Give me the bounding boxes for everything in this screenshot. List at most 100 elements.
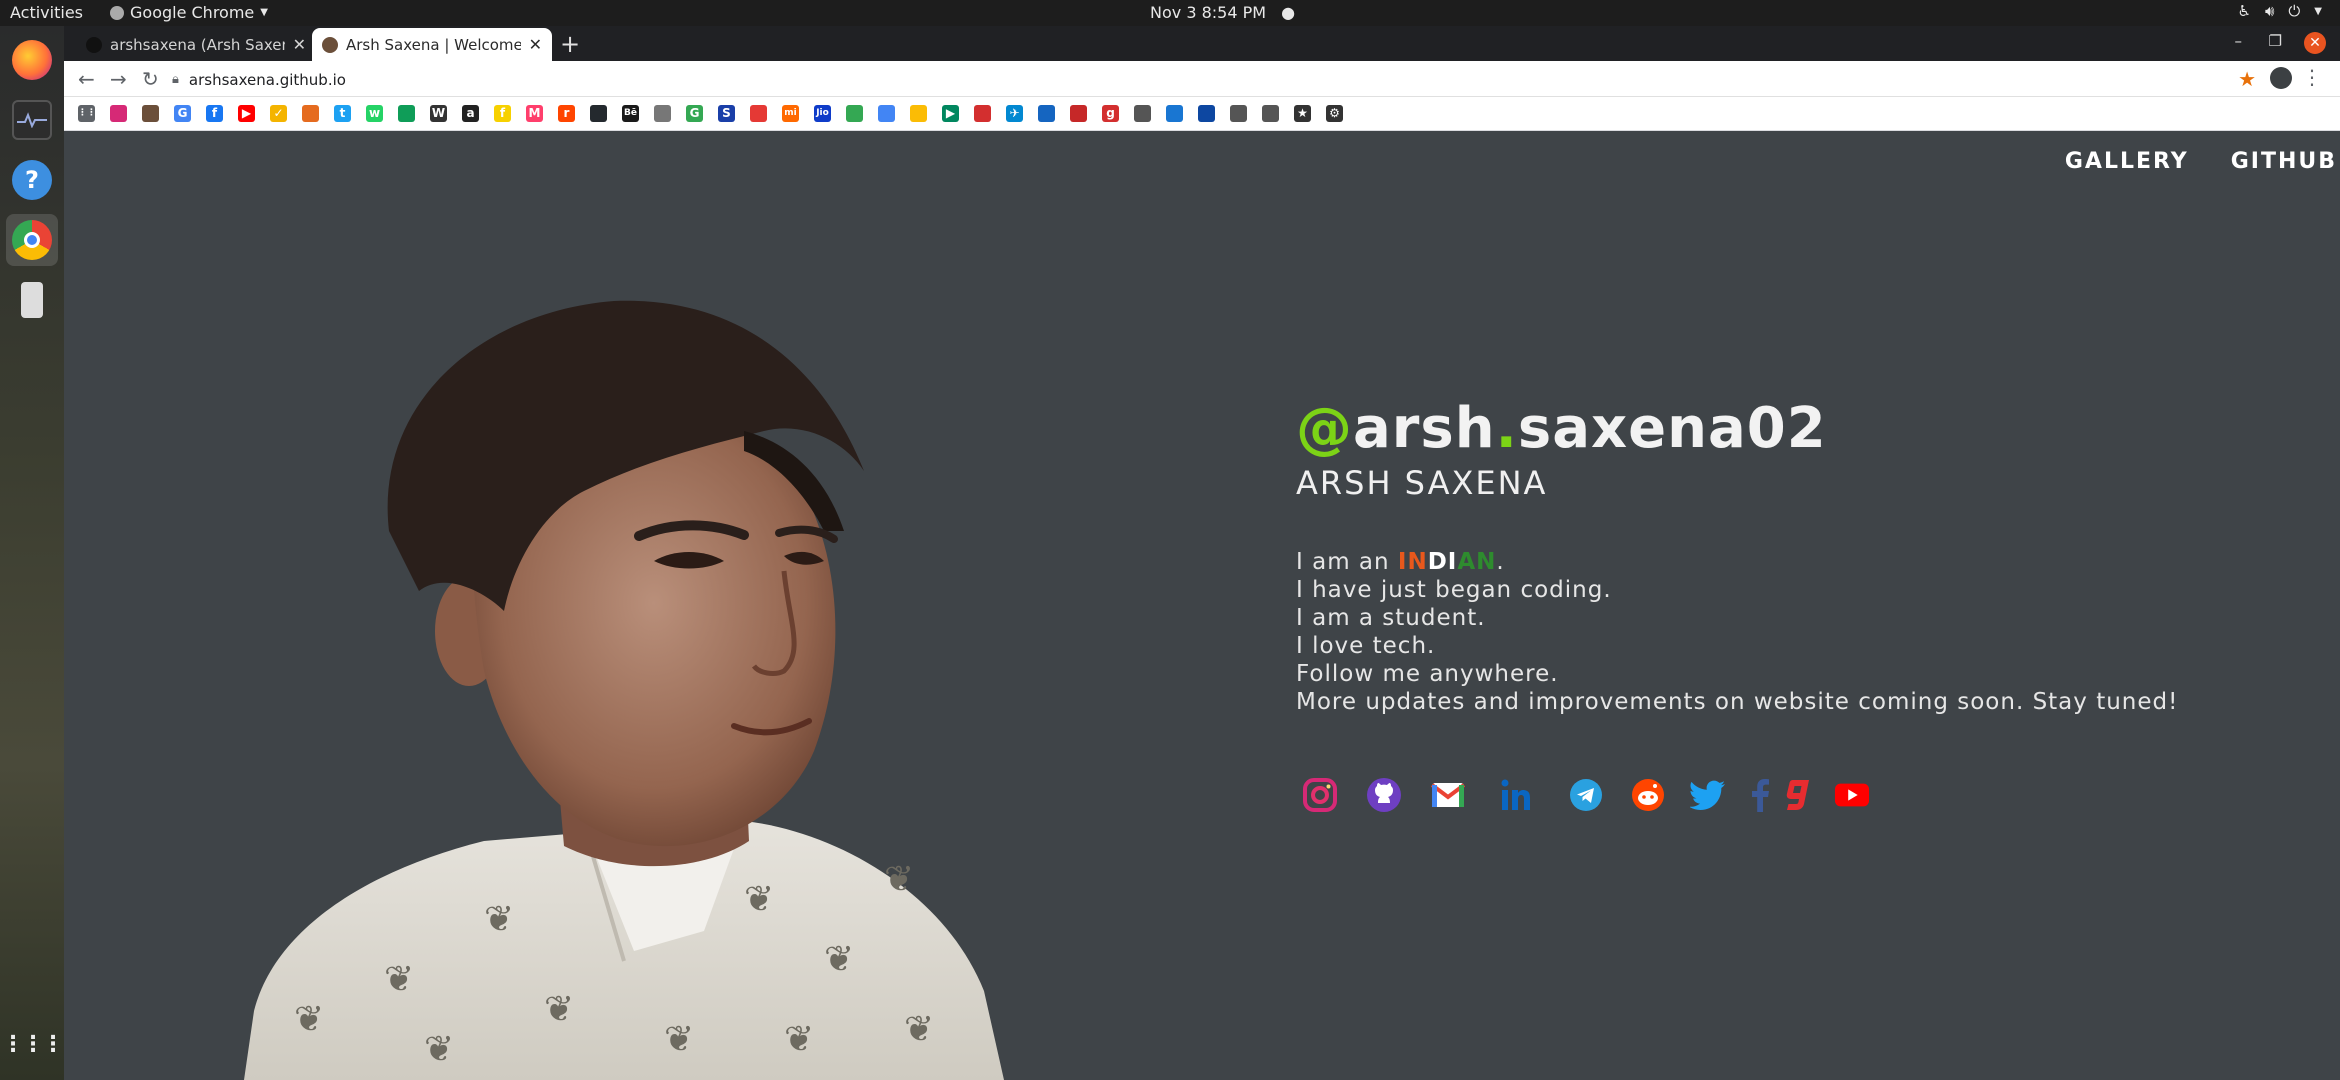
youtube-link[interactable] bbox=[1834, 777, 1870, 813]
amazon-icon[interactable]: a bbox=[462, 105, 479, 122]
twitter-icon[interactable]: t bbox=[334, 105, 351, 122]
maps-icon[interactable] bbox=[846, 105, 863, 122]
youtube-icon bbox=[1834, 783, 1870, 807]
dock-usb[interactable] bbox=[6, 274, 58, 326]
history-icon[interactable] bbox=[1230, 105, 1247, 122]
whatsapp-icon[interactable]: w bbox=[366, 105, 383, 122]
app-menu-label: Google Chrome bbox=[130, 3, 255, 22]
reload-button[interactable]: ↻ bbox=[142, 67, 159, 91]
nav-gallery-link[interactable]: GALLERY bbox=[2065, 149, 2189, 174]
tab-github[interactable]: arshsaxena (Arsh Saxena) ✕ bbox=[76, 28, 316, 61]
bookmark-star-icon[interactable]: ★ bbox=[2238, 67, 2256, 91]
back-button[interactable]: ← bbox=[78, 67, 95, 91]
nav-github-link[interactable]: GITHUB bbox=[2231, 149, 2337, 174]
github-link[interactable] bbox=[1366, 777, 1402, 813]
google-icon[interactable]: G bbox=[686, 105, 703, 122]
photos-icon[interactable] bbox=[910, 105, 927, 122]
forward-button[interactable]: → bbox=[110, 67, 127, 91]
bookmarks-bar: ⋮⋮ Gf ▶ ✓ t w Wa f Mr Bē G Smi Jio ▶ ✈ g ★ ⚙ bbox=[64, 97, 2340, 131]
mi-icon[interactable]: mi bbox=[782, 105, 799, 122]
activities-button[interactable]: Activities bbox=[10, 3, 83, 22]
browser-window: arshsaxena (Arsh Saxena) ✕ Arsh Saxena |… bbox=[64, 26, 2340, 131]
dock-help[interactable]: ? bbox=[6, 154, 58, 206]
indian-green: AN bbox=[1457, 549, 1497, 575]
bio-line: I am a student. bbox=[1296, 605, 1486, 631]
download-icon[interactable] bbox=[1262, 105, 1279, 122]
dock-chrome[interactable] bbox=[6, 214, 58, 266]
new-tab-button[interactable]: + bbox=[560, 30, 580, 58]
apps-icon[interactable]: ⋮⋮ bbox=[78, 105, 96, 122]
close-window-button[interactable]: ✕ bbox=[2304, 32, 2326, 54]
app-menu[interactable]: Google Chrome ▼ bbox=[110, 3, 268, 22]
restore-button[interactable]: ❐ bbox=[2269, 32, 2282, 50]
bookmark-icon[interactable] bbox=[1038, 105, 1055, 122]
youtube-icon[interactable]: ▶ bbox=[238, 105, 255, 122]
minimize-button[interactable]: – bbox=[2235, 32, 2243, 50]
flipkart-icon[interactable]: f bbox=[494, 105, 511, 122]
close-tab-icon[interactable]: ✕ bbox=[293, 35, 306, 54]
myntra-icon[interactable]: M bbox=[526, 105, 543, 122]
twitter-link[interactable] bbox=[1690, 777, 1726, 813]
github-icon[interactable] bbox=[590, 105, 607, 122]
bookmark-icon[interactable] bbox=[974, 105, 991, 122]
instagram-icon[interactable] bbox=[110, 105, 127, 122]
linkedin-link[interactable] bbox=[1498, 777, 1534, 813]
tab-title: arshsaxena (Arsh Saxena) bbox=[110, 35, 285, 54]
tab-arsh-saxena[interactable]: Arsh Saxena | Welcome to ✕ bbox=[312, 28, 552, 61]
web-page: GALLERY GITHUB ❦ ❦ ❦ ❦ ❦ ❦ ❦ ❦ ❦ ❦ ❦ @ar… bbox=[64, 131, 2340, 1080]
chrome-icon bbox=[12, 220, 52, 260]
dock: ? ⋮⋮⋮ bbox=[0, 26, 64, 1080]
flight-icon[interactable]: ✈ bbox=[1006, 105, 1023, 122]
svg-text:❦: ❦ bbox=[904, 1009, 934, 1050]
reddit-icon bbox=[1632, 779, 1664, 811]
bio-line: Follow me anywhere. bbox=[1296, 661, 1559, 687]
profile-avatar-icon[interactable] bbox=[2270, 67, 2292, 89]
apple-icon[interactable] bbox=[654, 105, 671, 122]
dock-system-monitor[interactable] bbox=[6, 94, 58, 146]
address-bar[interactable]: 🔒︎ arshsaxena.github.io bbox=[172, 66, 2322, 93]
menu-kebab-icon[interactable]: ⋮ bbox=[2302, 65, 2322, 89]
reddit-icon[interactable]: r bbox=[558, 105, 575, 122]
firefox-icon bbox=[12, 40, 52, 80]
svg-text:❦: ❦ bbox=[664, 1019, 694, 1060]
sheets-icon[interactable] bbox=[398, 105, 415, 122]
github-icon bbox=[1367, 778, 1401, 812]
facebook-icon[interactable]: f bbox=[206, 105, 223, 122]
star-icon[interactable]: ★ bbox=[1294, 105, 1311, 122]
play-store-icon[interactable]: ▶ bbox=[942, 105, 959, 122]
svg-text:❦: ❦ bbox=[544, 989, 574, 1030]
wikipedia-icon[interactable]: W bbox=[430, 105, 447, 122]
settings-icon[interactable]: ⚙ bbox=[1326, 105, 1343, 122]
behance-icon[interactable]: Bē bbox=[622, 105, 639, 122]
calendar-icon[interactable] bbox=[750, 105, 767, 122]
svg-text:❦: ❦ bbox=[384, 959, 414, 1000]
bookmark-icon[interactable]: g bbox=[1102, 105, 1119, 122]
clock[interactable]: Nov 3 8:54 PM ● bbox=[1150, 3, 1295, 22]
facebook-link[interactable] bbox=[1742, 777, 1778, 813]
speed-icon[interactable] bbox=[1134, 105, 1151, 122]
gmail-link[interactable] bbox=[1430, 777, 1466, 813]
bio-line: I am an INDIAN. bbox=[1296, 548, 2296, 576]
gaana-link[interactable] bbox=[1780, 777, 1816, 813]
bookmark-icon[interactable] bbox=[1198, 105, 1215, 122]
telegram-link[interactable] bbox=[1568, 777, 1604, 813]
instagram-link[interactable] bbox=[1302, 777, 1338, 813]
google-icon[interactable]: G bbox=[174, 105, 191, 122]
dock-firefox[interactable] bbox=[6, 34, 58, 86]
bookmark-icon[interactable] bbox=[302, 105, 319, 122]
show-applications-button[interactable]: ⋮⋮⋮ bbox=[2, 1018, 64, 1070]
svg-text:❦: ❦ bbox=[424, 1029, 454, 1070]
tick-icon[interactable]: ✓ bbox=[270, 105, 287, 122]
reddit-link[interactable] bbox=[1630, 777, 1666, 813]
clock-label: Nov 3 8:54 PM bbox=[1150, 3, 1267, 22]
close-tab-icon[interactable]: ✕ bbox=[529, 35, 542, 54]
avatar-icon[interactable] bbox=[142, 105, 159, 122]
system-tray[interactable]: ♿ 🔊︎ ⏻ ▼ bbox=[2238, 2, 2322, 22]
chrome-icon bbox=[110, 5, 124, 20]
bookmark-icon[interactable] bbox=[1070, 105, 1087, 122]
translate-icon[interactable] bbox=[878, 105, 895, 122]
bookmark-icon[interactable] bbox=[1166, 105, 1183, 122]
full-name: ARSH SAXENA bbox=[1296, 464, 1548, 502]
skype-icon[interactable]: S bbox=[718, 105, 735, 122]
jio-icon[interactable]: Jio bbox=[814, 105, 831, 122]
